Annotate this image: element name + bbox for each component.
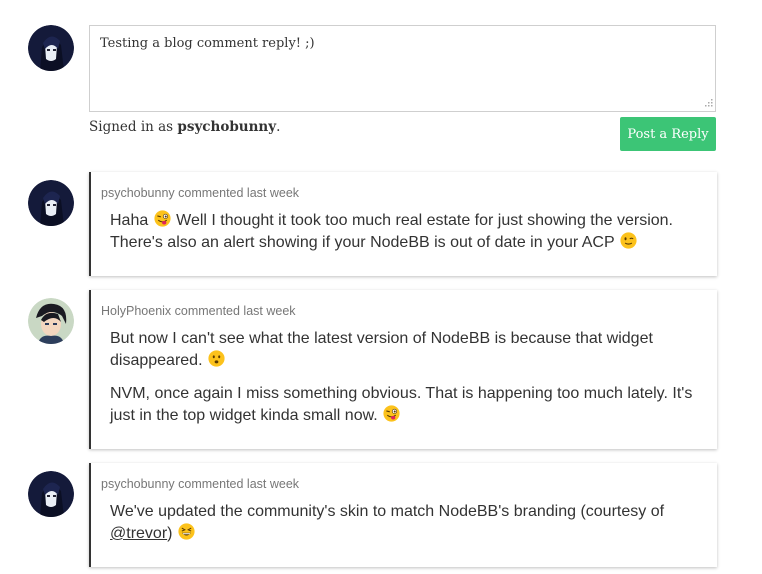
signed-in-suffix: . <box>276 119 281 135</box>
comment-avatar[interactable] <box>28 471 74 517</box>
user-mention-link[interactable]: @trevor <box>110 525 167 542</box>
comment-card: psychobunny commented last week We've up… <box>89 463 717 567</box>
signed-in-username: psychobunny <box>177 119 277 135</box>
stuck-out-tongue-winking-eye-emoji-icon <box>154 210 171 227</box>
reply-text[interactable]: Testing a blog comment reply! ;) <box>90 26 715 61</box>
comment-text: But now I can't see what the latest vers… <box>110 330 653 369</box>
grinning-squinting-emoji-icon <box>178 523 195 540</box>
frowning-emoji-icon <box>208 350 225 367</box>
comment-meta: psychobunny commented last week <box>101 186 300 200</box>
comment-text: Haha <box>110 212 153 229</box>
comment-card: HolyPhoenix commented last week But now … <box>89 290 717 449</box>
comment-text: Well I thought it took too much real est… <box>110 212 673 251</box>
comment-body: But now I can't see what the latest vers… <box>91 318 717 427</box>
comment-paragraph: But now I can't see what the latest vers… <box>110 328 703 372</box>
comment-text: NVM, once again I miss something obvious… <box>110 385 693 424</box>
comment-meta: psychobunny commented last week <box>101 477 300 491</box>
signed-in-prefix: Signed in as <box>89 119 178 135</box>
wink-emoji-icon <box>620 232 637 249</box>
resize-grip-icon[interactable] <box>702 98 713 109</box>
post-reply-button[interactable]: Post a Reply <box>620 117 716 151</box>
comment-text: ) <box>167 525 177 542</box>
comment-paragraph: NVM, once again I miss something obvious… <box>110 383 703 427</box>
comment-body: We've updated the community's skin to ma… <box>91 491 717 545</box>
stuck-out-tongue-winking-eye-emoji-icon <box>383 405 400 422</box>
comment-body: Haha Well I thought it took too much rea… <box>91 200 717 254</box>
comment-meta: HolyPhoenix commented last week <box>101 304 296 318</box>
comment-paragraph: Haha Well I thought it took too much rea… <box>110 210 703 254</box>
comment-avatar[interactable] <box>28 298 74 344</box>
reply-textarea[interactable]: Testing a blog comment reply! ;) <box>89 25 716 112</box>
comment-card: psychobunny commented last week Haha Wel… <box>89 172 717 276</box>
signed-in-text: Signed in as psychobunny. <box>89 119 280 135</box>
comment-paragraph: We've updated the community's skin to ma… <box>110 501 703 545</box>
current-user-avatar[interactable] <box>28 25 74 71</box>
comment-text: We've updated the community's skin to ma… <box>110 503 665 520</box>
comment-avatar[interactable] <box>28 180 74 226</box>
